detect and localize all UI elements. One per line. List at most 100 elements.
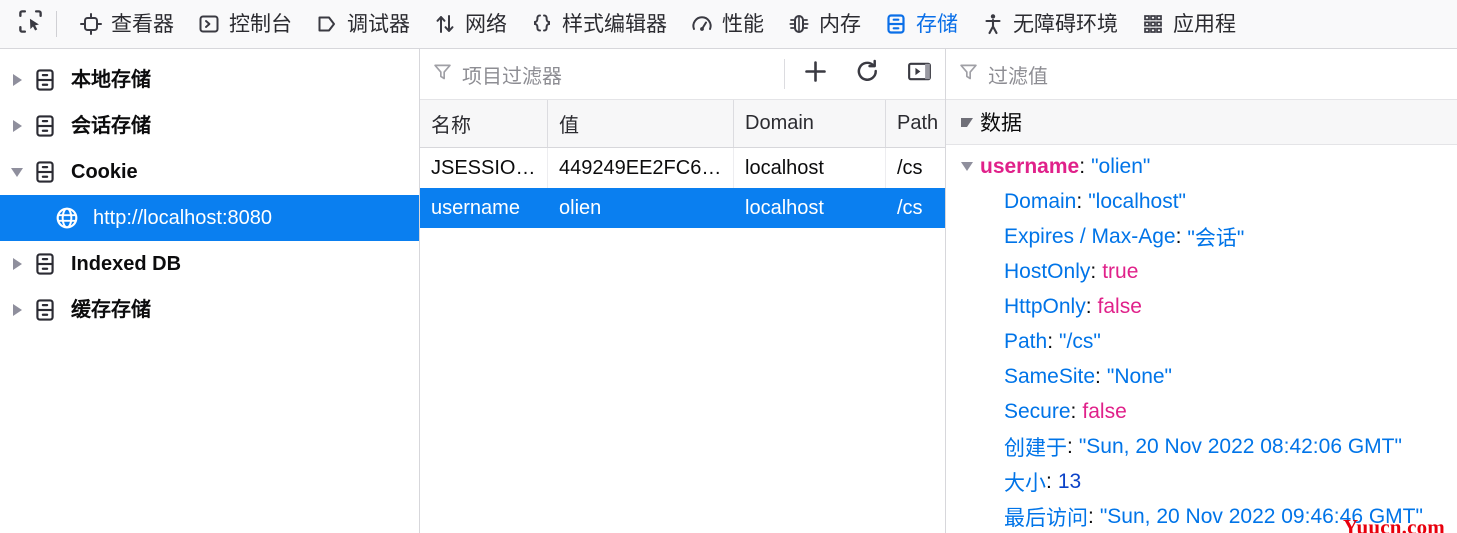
property-row-httponly[interactable]: HttpOnly: false [946, 289, 1457, 324]
tab-label: 性能 [722, 12, 764, 36]
tab-label: 控制台 [229, 12, 292, 36]
cell-path: /cs [897, 196, 923, 219]
chevron-right-icon[interactable] [6, 115, 28, 137]
chevron-right-icon[interactable] [6, 299, 28, 321]
tab-network[interactable]: 网络 [421, 1, 518, 47]
watermark: Yuucn.com [1343, 515, 1445, 533]
sidebar-item-cache-storage[interactable]: 缓存存储 [0, 287, 419, 333]
filter-icon [958, 61, 979, 87]
database-icon [30, 249, 60, 279]
application-icon [1140, 11, 1166, 37]
property-colon: : [1175, 224, 1182, 248]
sidebar-item-session-storage[interactable]: 会话存储 [0, 103, 419, 149]
tab-label: 调试器 [347, 12, 410, 36]
devtools-body: 本地存储 会话存储 Cookie http://localhost:8080 I… [0, 49, 1457, 533]
table-row[interactable]: username olien localhost /cs [420, 188, 945, 228]
property-key: HttpOnly [1004, 294, 1086, 318]
toggle-sidebar-button[interactable] [893, 50, 945, 98]
cell-name: JSESSIO… [420, 148, 548, 188]
property-row-hostonly[interactable]: HostOnly: true [946, 254, 1457, 289]
tab-inspector[interactable]: 查看器 [67, 1, 185, 47]
tab-label: 内存 [819, 12, 861, 36]
table-header: 名称 值 Domain Path [420, 100, 945, 148]
tab-label: 存储 [916, 12, 958, 36]
property-value: true [1102, 259, 1139, 283]
devtools-window: 查看器 控制台 调试器 网络 样式编辑器 性能 内存 存储 无障碍环境 应用程 … [0, 0, 1457, 533]
property-row-created[interactable]: 创建于: "Sun, 20 Nov 2022 08:42:06 GMT" [946, 429, 1457, 464]
sidebar-item-label: Indexed DB [71, 253, 182, 275]
storage-icon [883, 11, 909, 37]
item-filter-input[interactable]: 项目过滤器 [420, 60, 780, 89]
property-key: HostOnly [1004, 259, 1091, 283]
chevron-down-icon[interactable] [956, 156, 978, 178]
value-filter-input[interactable]: 过滤值 [946, 49, 1457, 100]
add-item-button[interactable] [789, 50, 841, 98]
sidebar-item-localhost-8080[interactable]: http://localhost:8080 [0, 195, 419, 241]
tab-label: 网络 [465, 12, 507, 36]
cell-value: 449249EE2FC6… [548, 148, 734, 188]
cell-domain: localhost [745, 196, 824, 219]
chevron-down-icon[interactable] [956, 111, 978, 133]
sidebar-item-label: 会话存储 [71, 115, 151, 137]
devtools-toolbar: 查看器 控制台 调试器 网络 样式编辑器 性能 内存 存储 无障碍环境 应用程 [0, 0, 1457, 49]
property-value: "localhost" [1088, 189, 1187, 213]
value-filter-placeholder: 过滤值 [988, 65, 1048, 88]
tab-label: 查看器 [111, 12, 174, 36]
performance-icon [689, 11, 715, 37]
data-section-header[interactable]: 数据 [946, 100, 1457, 145]
property-colon: : [1067, 434, 1073, 458]
tab-console[interactable]: 控制台 [185, 1, 303, 47]
item-filter-placeholder: 项目过滤器 [462, 65, 562, 88]
property-colon: : [1047, 329, 1054, 353]
tab-debugger[interactable]: 调试器 [303, 1, 421, 47]
toolbar-divider [56, 11, 57, 37]
tab-label: 无障碍环境 [1013, 12, 1118, 36]
tab-performance[interactable]: 性能 [678, 1, 775, 47]
tab-storage[interactable]: 存储 [872, 1, 969, 47]
column-header-value[interactable]: 值 [548, 100, 734, 147]
tab-accessibility[interactable]: 无障碍环境 [969, 1, 1129, 47]
property-value: "/cs" [1059, 329, 1101, 353]
inspector-icon [78, 11, 104, 37]
property-colon: : [1070, 399, 1077, 423]
cell-path: /cs [897, 156, 923, 179]
chevron-right-icon[interactable] [6, 69, 28, 91]
column-header-name[interactable]: 名称 [420, 100, 548, 147]
tab-memory[interactable]: 内存 [775, 1, 872, 47]
table-row[interactable]: JSESSIO… 449249EE2FC6… localhost /cs [420, 148, 945, 188]
property-colon: : [1085, 294, 1092, 318]
property-colon: : [1090, 259, 1097, 283]
column-header-path[interactable]: Path [886, 100, 945, 147]
sidebar-item-label: 缓存存储 [71, 299, 151, 321]
property-value: "Sun, 20 Nov 2022 08:42:06 GMT" [1078, 434, 1402, 458]
style-editor-icon [529, 11, 555, 37]
property-row-domain[interactable]: Domain: "localhost" [946, 184, 1457, 219]
console-icon [196, 11, 222, 37]
property-row-root[interactable]: username: "olien" [946, 149, 1457, 184]
refresh-button[interactable] [841, 50, 893, 98]
property-row-path[interactable]: Path: "/cs" [946, 324, 1457, 359]
sidebar-item-label: Cookie [71, 161, 138, 183]
chevron-right-icon[interactable] [6, 253, 28, 275]
tab-application[interactable]: 应用程 [1129, 1, 1247, 47]
property-colon: : [1095, 364, 1101, 388]
property-row-expires[interactable]: Expires / Max-Age: "会话" [946, 219, 1457, 254]
column-header-domain[interactable]: Domain [734, 100, 886, 147]
sidebar-item-cookie[interactable]: Cookie [0, 149, 419, 195]
property-colon: : [1076, 189, 1083, 213]
sidebar-item-local-storage[interactable]: 本地存储 [0, 57, 419, 103]
sidebar-item-indexed-db[interactable]: Indexed DB [0, 241, 419, 287]
property-key: Secure [1004, 399, 1071, 423]
property-row-samesite[interactable]: SameSite: "None" [946, 359, 1457, 394]
property-colon: : [1088, 504, 1094, 528]
filter-icon [432, 61, 453, 87]
element-picker-button[interactable] [10, 4, 50, 44]
database-icon [30, 295, 60, 325]
property-row-size[interactable]: 大小:13 [946, 464, 1457, 499]
toggle-sidebar-icon [906, 58, 933, 90]
property-key: Path [1004, 329, 1048, 353]
property-row-secure[interactable]: Secure: false [946, 394, 1457, 429]
chevron-down-icon[interactable] [6, 161, 28, 183]
property-value: false [1082, 399, 1127, 423]
tab-style-editor[interactable]: 样式编辑器 [518, 1, 678, 47]
